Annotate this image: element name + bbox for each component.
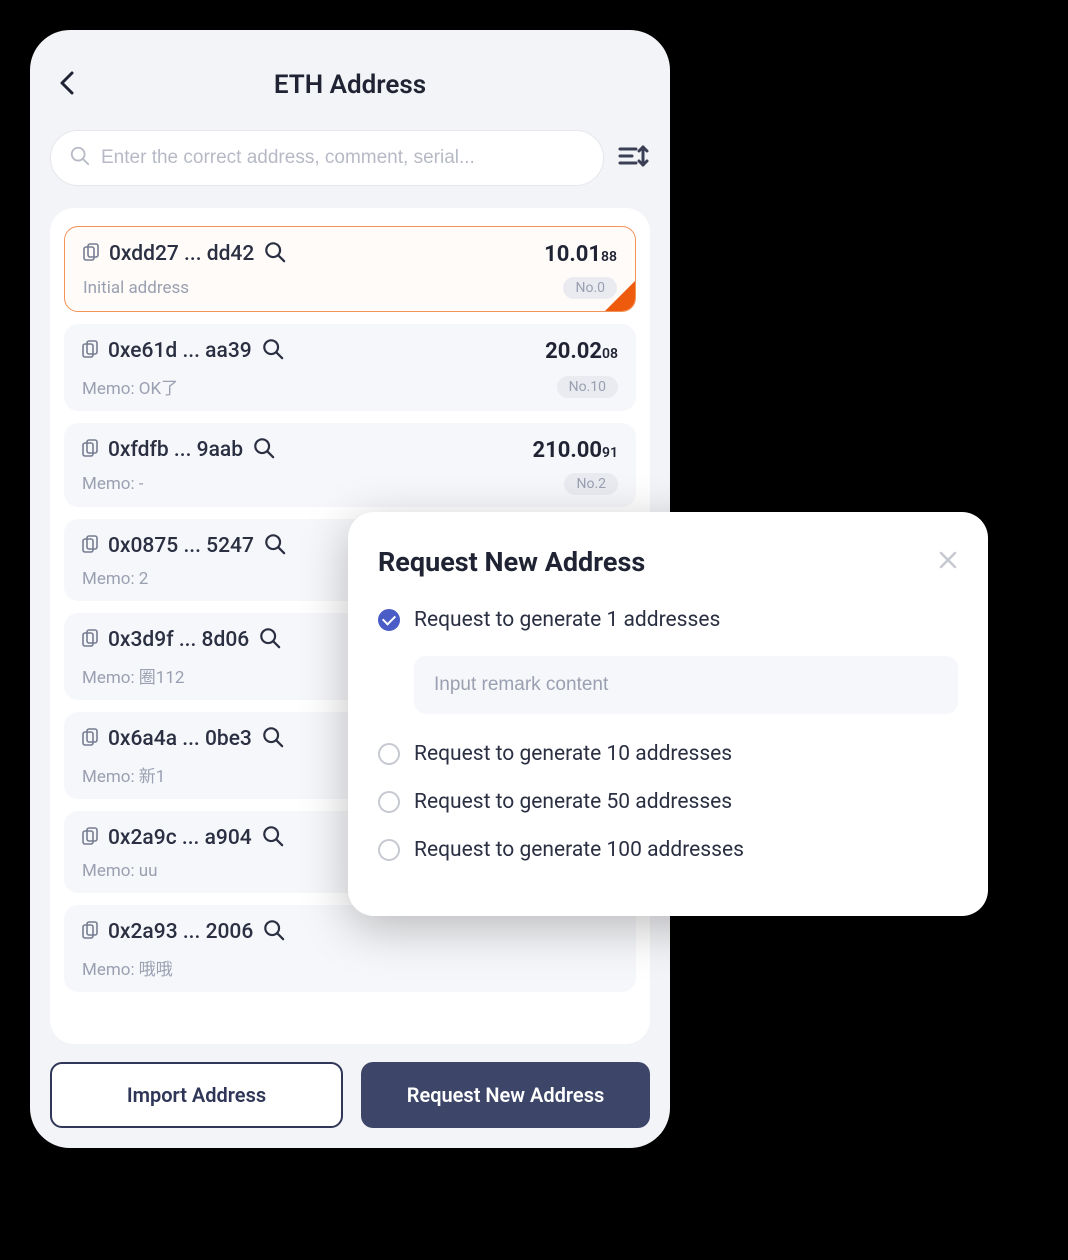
view-icon[interactable] xyxy=(264,533,286,559)
serial-badge: No.10 xyxy=(557,376,618,398)
search-input[interactable] xyxy=(101,147,585,169)
chevron-left-icon xyxy=(58,69,76,97)
copy-icon[interactable] xyxy=(82,921,98,943)
radio-button[interactable] xyxy=(378,839,400,861)
copy-icon[interactable] xyxy=(82,827,98,849)
address-text: 0xe61d ... aa39 xyxy=(108,339,252,363)
request-new-address-modal: Request New Address Request to generate … xyxy=(348,512,988,916)
serial-badge: No.2 xyxy=(564,473,618,495)
search-icon xyxy=(69,145,91,171)
option-label: Request to generate 10 addresses xyxy=(414,742,732,766)
address-text: 0xfdfb ... 9aab xyxy=(108,438,243,462)
memo-text: Memo: OK了 xyxy=(82,374,178,399)
back-button[interactable] xyxy=(58,69,76,101)
address-text: 0x3d9f ... 8d06 xyxy=(108,628,249,652)
memo-text: Memo: 2 xyxy=(82,569,148,589)
balance: 210.0091 xyxy=(533,438,619,463)
copy-icon[interactable] xyxy=(83,243,99,265)
option-row[interactable]: Request to generate 50 addresses xyxy=(378,790,958,814)
modal-title: Request New Address xyxy=(378,546,645,578)
radio-button[interactable] xyxy=(378,609,400,631)
close-icon xyxy=(938,550,958,570)
view-icon[interactable] xyxy=(253,437,275,463)
request-new-address-button[interactable]: Request New Address xyxy=(361,1062,650,1128)
search-box[interactable] xyxy=(50,130,604,186)
view-icon[interactable] xyxy=(264,241,286,267)
balance: 10.0188 xyxy=(544,242,617,267)
copy-icon[interactable] xyxy=(82,728,98,750)
modal-header: Request New Address xyxy=(378,546,958,578)
memo-text: Memo: 圈112 xyxy=(82,663,184,688)
view-icon[interactable] xyxy=(259,627,281,653)
search-row xyxy=(50,130,650,186)
sort-button[interactable] xyxy=(618,141,650,175)
bottom-buttons: Import Address Request New Address xyxy=(50,1062,650,1128)
address-text: 0x0875 ... 5247 xyxy=(108,534,254,558)
option-label: Request to generate 50 addresses xyxy=(414,790,732,814)
address-card[interactable]: 0xdd27 ... dd42 10.0188 Initial address … xyxy=(64,226,636,312)
view-icon[interactable] xyxy=(262,825,284,851)
balance: 20.0208 xyxy=(545,339,618,364)
sort-icon xyxy=(618,141,650,171)
copy-icon[interactable] xyxy=(82,439,98,461)
option-label: Request to generate 1 addresses xyxy=(414,608,720,632)
remark-input[interactable] xyxy=(414,656,958,714)
option-label: Request to generate 100 addresses xyxy=(414,838,744,862)
view-icon[interactable] xyxy=(263,919,285,945)
view-icon[interactable] xyxy=(262,726,284,752)
address-text: 0x2a9c ... a904 xyxy=(108,826,252,850)
view-icon[interactable] xyxy=(262,338,284,364)
address-card[interactable]: 0xe61d ... aa39 20.0208 Memo: OK了 No.10 xyxy=(64,324,636,411)
option-row[interactable]: Request to generate 100 addresses xyxy=(378,838,958,862)
memo-text: Memo: - xyxy=(82,474,144,494)
copy-icon[interactable] xyxy=(82,629,98,651)
radio-button[interactable] xyxy=(378,743,400,765)
memo-text: Initial address xyxy=(83,278,189,298)
import-address-button[interactable]: Import Address xyxy=(50,1062,343,1128)
address-card[interactable]: 0xfdfb ... 9aab 210.0091 Memo: - No.2 xyxy=(64,423,636,507)
memo-text: Memo: 哦哦 xyxy=(82,955,173,980)
address-text: 0x6a4a ... 0be3 xyxy=(108,727,252,751)
copy-icon[interactable] xyxy=(82,340,98,362)
address-card[interactable]: 0x2a93 ... 2006 Memo: 哦哦 xyxy=(64,905,636,992)
copy-icon[interactable] xyxy=(82,535,98,557)
option-row[interactable]: Request to generate 10 addresses xyxy=(378,742,958,766)
header: ETH Address xyxy=(50,60,650,110)
serial-badge: No.0 xyxy=(563,277,617,299)
memo-text: Memo: uu xyxy=(82,861,158,881)
address-text: 0xdd27 ... dd42 xyxy=(109,242,254,266)
address-text: 0x2a93 ... 2006 xyxy=(108,920,253,944)
page-title: ETH Address xyxy=(50,70,650,100)
close-button[interactable] xyxy=(938,550,958,574)
memo-text: Memo: 新1 xyxy=(82,762,165,787)
option-row[interactable]: Request to generate 1 addresses xyxy=(378,608,958,632)
radio-button[interactable] xyxy=(378,791,400,813)
